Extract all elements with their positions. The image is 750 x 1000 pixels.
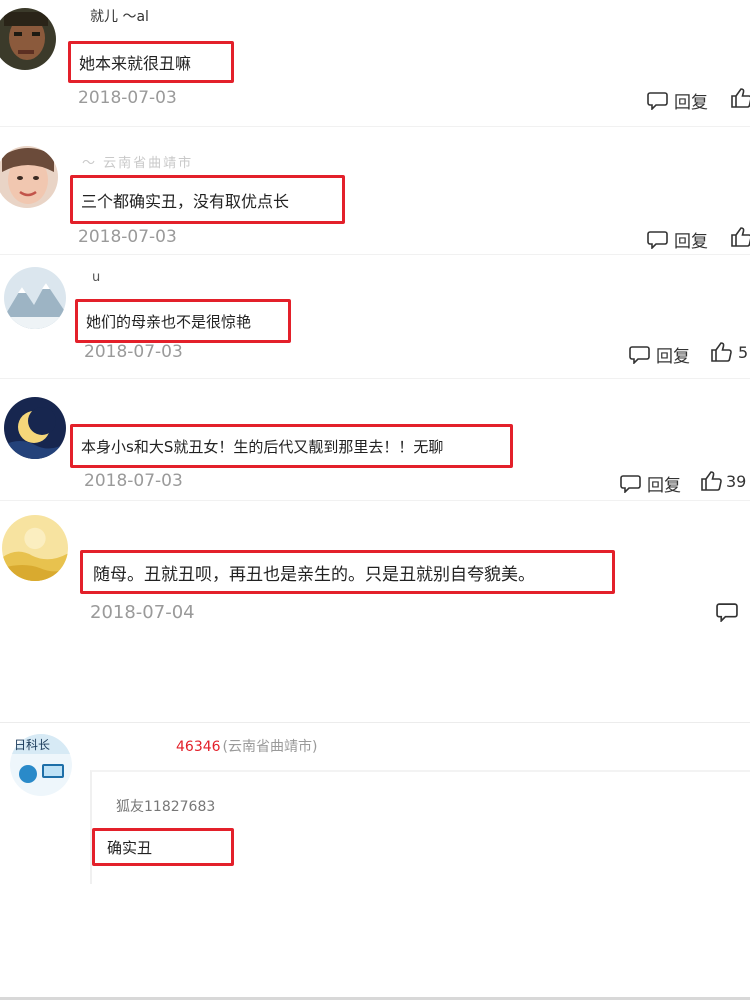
reply-label: 回复 (647, 476, 681, 496)
reply-button[interactable] (716, 602, 744, 622)
like-button[interactable] (730, 227, 750, 247)
like-count: 39 (726, 471, 747, 491)
reply-label: 回复 (674, 232, 708, 252)
reply-icon (647, 91, 668, 110)
comment-item: 随母。丑就丑呗，再丑也是亲生的。只是丑就别自夸貌美。 2018-07-04 (0, 502, 750, 672)
comment-text: 本身小s和大S就丑女！生的后代又靓到那里去！！无聊 (81, 437, 444, 456)
comment-item: u 她们的母亲也不是很惊艳 2018-07-03 回复 5 (0, 256, 750, 376)
comment-date: 2018-07-04 (90, 602, 195, 623)
comment-item: 本身小s和大S就丑女！生的后代又靓到那里去！！无聊 2018-07-03 回复 … (0, 380, 750, 500)
comment-text: 她本来就很丑嘛 (79, 54, 192, 73)
comment-body: 本身小s和大S就丑女！生的后代又靓到那里去！！无聊 (70, 424, 513, 468)
like-count: 5 (738, 342, 749, 362)
quoted-reply-card: 狐友11827683 确实丑 (90, 770, 750, 884)
user-id[interactable]: 46346 (云南省曲靖市) (176, 736, 317, 756)
divider (0, 126, 750, 127)
comment-text: 三个都确实丑，没有取优点长 (81, 191, 290, 211)
user-location: (云南省曲靖市) (222, 739, 318, 755)
avatar[interactable] (4, 397, 66, 459)
comment-date: 2018-07-03 (84, 471, 183, 491)
username[interactable]: ～ 云南省曲靖市 (82, 152, 193, 171)
comment-text: 随母。丑就丑呗，再丑也是亲生的。只是丑就别自夸貌美。 (93, 564, 535, 585)
comment-body: 她们的母亲也不是很惊艳 (75, 299, 291, 343)
like-button[interactable]: 39 (700, 471, 746, 491)
divider (0, 500, 750, 501)
reply-button[interactable]: 回复 (647, 227, 708, 252)
reply-button[interactable]: 回复 (629, 342, 690, 367)
comment-date: 2018-07-03 (78, 88, 177, 108)
username[interactable]: u (92, 270, 100, 285)
reply-icon (620, 474, 641, 493)
comment-date: 2018-07-03 (78, 227, 177, 247)
comment-body: 三个都确实丑，没有取优点长 (70, 175, 345, 224)
username[interactable]: 就儿 ～al (90, 6, 149, 26)
reply-icon (716, 602, 738, 622)
reply-button[interactable]: 回复 (620, 471, 681, 496)
reply-thread: 日科长 46346 (云南省曲靖市) 狐友11827683 确实丑 (0, 724, 750, 994)
like-button[interactable] (730, 88, 750, 108)
avatar[interactable] (0, 146, 58, 208)
comment-text: 她们的母亲也不是很惊艳 (86, 312, 252, 331)
thumbs-up-icon (730, 88, 750, 108)
user-photo-icon (0, 8, 56, 70)
reply-icon (647, 230, 668, 249)
avatar[interactable] (4, 267, 66, 329)
quoted-username[interactable]: 狐友11827683 (116, 796, 215, 816)
avatar-caption: 日科长 (14, 738, 51, 752)
comment-body: 随母。丑就丑呗，再丑也是亲生的。只是丑就别自夸貌美。 (80, 550, 615, 594)
comment-item: 就儿 ～al 她本来就很丑嘛 2018-07-03 回复 (0, 0, 750, 120)
like-button[interactable]: 5 (710, 342, 748, 362)
user-photo-icon (0, 146, 58, 208)
avatar[interactable] (0, 8, 56, 70)
comment-date: 2018-07-03 (84, 342, 183, 362)
avatar[interactable] (2, 515, 68, 581)
reply-button[interactable]: 回复 (647, 88, 708, 113)
reply-label: 回复 (674, 93, 708, 113)
comment-body: 她本来就很丑嘛 (68, 41, 234, 83)
thumbs-up-icon (730, 227, 750, 247)
divider (0, 254, 750, 255)
reply-label: 回复 (656, 347, 690, 367)
moon-icon (4, 397, 66, 459)
quoted-body: 确实丑 (92, 828, 234, 866)
user-id-number: 46346 (176, 739, 221, 755)
comment-item: ～ 云南省曲靖市 三个都确实丑，没有取优点长 2018-07-03 回复 (0, 130, 750, 252)
divider (0, 722, 750, 723)
quoted-text: 确实丑 (107, 838, 153, 857)
desert-icon (2, 515, 68, 581)
reply-icon (629, 345, 650, 364)
thumbs-up-icon (700, 471, 722, 491)
divider (0, 378, 750, 379)
snow-mountain-icon (4, 267, 66, 329)
thumbs-up-icon (710, 342, 732, 362)
